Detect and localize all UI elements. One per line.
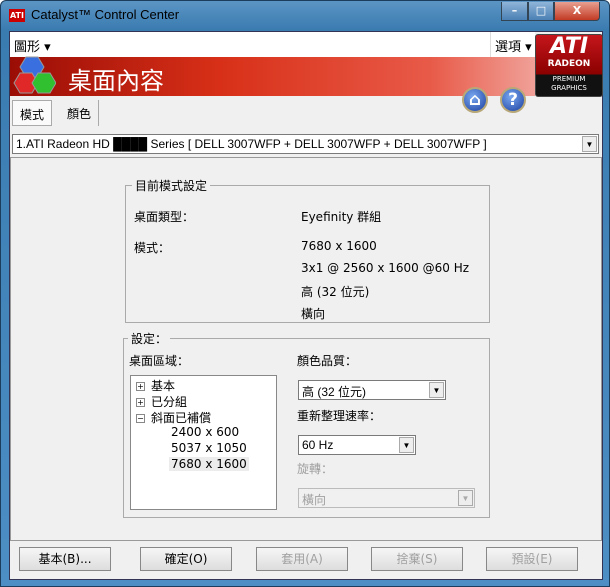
desktop-type-value: Eyefinity 群組: [301, 210, 382, 224]
desktop-type-label: 桌面類型：: [134, 210, 195, 224]
settings-group: 設定： 桌面區域： + 基本 + 已分組 − 斜面已補償 2400 x 600 503…: [123, 330, 490, 518]
resolution-item[interactable]: 5037 x 1050: [171, 441, 247, 455]
maximize-button[interactable]: □: [528, 2, 554, 21]
discard-button[interactable]: 捨棄(S): [371, 547, 463, 571]
menu-graphics[interactable]: 圖形 ▾: [14, 36, 51, 55]
chevron-down-icon[interactable]: ▼: [582, 136, 597, 152]
apply-button[interactable]: 套用(A): [256, 547, 348, 571]
desktop-hexagon-icon: [13, 56, 56, 94]
tree-item-basic[interactable]: + 基本: [136, 377, 175, 394]
settings-title: 設定：: [128, 330, 171, 347]
tree-item-bezel[interactable]: − 斜面已補償: [136, 409, 211, 426]
refresh-rate-select[interactable]: 60 Hz ▼: [298, 435, 416, 455]
rotation-label: 旋轉：: [297, 462, 334, 476]
tab-mode[interactable]: 模式: [12, 100, 53, 126]
color-quality-label: 顏色品質：: [297, 354, 358, 368]
mode-label: 模式：: [134, 241, 171, 255]
collapse-icon[interactable]: −: [136, 414, 145, 423]
ok-button[interactable]: 確定(O): [140, 547, 232, 571]
color-quality-value: 高 (32 位元): [302, 385, 367, 399]
ati-app-icon: ATI: [9, 9, 25, 22]
help-button[interactable]: ?: [500, 87, 526, 113]
window: ATI Catalyst™ Control Center – □ X 圖形 ▾ …: [0, 0, 610, 587]
refresh-rate-label: 重新整理速率：: [297, 409, 382, 423]
tree-label: 基本: [151, 379, 176, 393]
menu-options[interactable]: 選項 ▾: [490, 32, 532, 57]
logo-line2: PREMIUM: [552, 75, 586, 83]
chevron-down-icon[interactable]: ▼: [429, 382, 444, 398]
resolution-item-selected[interactable]: 7680 x 1600: [169, 457, 249, 471]
refresh-rate-value: 60 Hz: [302, 438, 334, 452]
window-title: Catalyst™ Control Center: [31, 7, 180, 22]
tab-color[interactable]: 顏色: [60, 100, 100, 126]
rotation-value: 橫向: [302, 493, 327, 507]
current-mode-group: 目前模式設定 桌面類型： Eyefinity 群組 模式： 7680 x 160…: [125, 177, 490, 323]
logo-line1: RADEON: [547, 59, 591, 69]
mode-rotation: 橫向: [301, 307, 326, 321]
mode-color: 高 (32 位元): [301, 285, 370, 299]
home-button[interactable]: ⌂: [462, 87, 488, 113]
close-button[interactable]: X: [554, 2, 600, 21]
tree-label: 斜面已補償: [151, 411, 212, 425]
defaults-button[interactable]: 預設(E): [486, 547, 578, 571]
logo-brand: ATI: [549, 34, 589, 59]
ati-radeon-logo: ATI RADEON PREMIUM GRAPHICS: [535, 34, 603, 97]
current-mode-title: 目前模式設定: [132, 177, 211, 194]
client-area: 圖形 ▾ 選項 ▾ 桌面內容 ⌂ ? ATI RADEON PREMIUM GR…: [9, 31, 603, 580]
menu-bar: 圖形 ▾ 選項 ▾: [10, 32, 535, 57]
logo-line3: GRAPHICS: [551, 84, 587, 92]
display-select-value: 1.ATI Radeon HD ████ Series [ DELL 3007W…: [16, 137, 487, 151]
resolution-item[interactable]: 2400 x 600: [171, 425, 239, 439]
basic-button[interactable]: 基本(B)...: [19, 547, 111, 571]
tree-item-grouped[interactable]: + 已分組: [136, 393, 187, 410]
page-banner: 桌面內容 ⌂ ?: [10, 56, 535, 113]
expand-icon[interactable]: +: [136, 382, 145, 391]
page-title: 桌面內容: [68, 67, 164, 95]
desktop-area-tree[interactable]: + 基本 + 已分組 − 斜面已補償 2400 x 600 5037 x 1050 7…: [130, 375, 277, 510]
settings-panel: 目前模式設定 桌面類型： Eyefinity 群組 模式： 7680 x 160…: [10, 157, 602, 541]
minimize-button[interactable]: –: [501, 2, 528, 21]
display-select[interactable]: 1.ATI Radeon HD ████ Series [ DELL 3007W…: [12, 134, 599, 154]
chevron-down-icon[interactable]: ▼: [458, 490, 473, 506]
expand-icon[interactable]: +: [136, 398, 145, 407]
mode-resolution: 7680 x 1600: [301, 239, 377, 253]
mode-layout: 3x1 @ 2560 x 1600 @60 Hz: [301, 261, 470, 275]
color-quality-select[interactable]: 高 (32 位元) ▼: [298, 380, 446, 400]
chevron-down-icon[interactable]: ▼: [399, 437, 414, 453]
desktop-area-label: 桌面區域：: [129, 354, 190, 368]
tree-label: 已分組: [151, 395, 188, 409]
rotation-select[interactable]: 橫向 ▼: [298, 488, 475, 508]
